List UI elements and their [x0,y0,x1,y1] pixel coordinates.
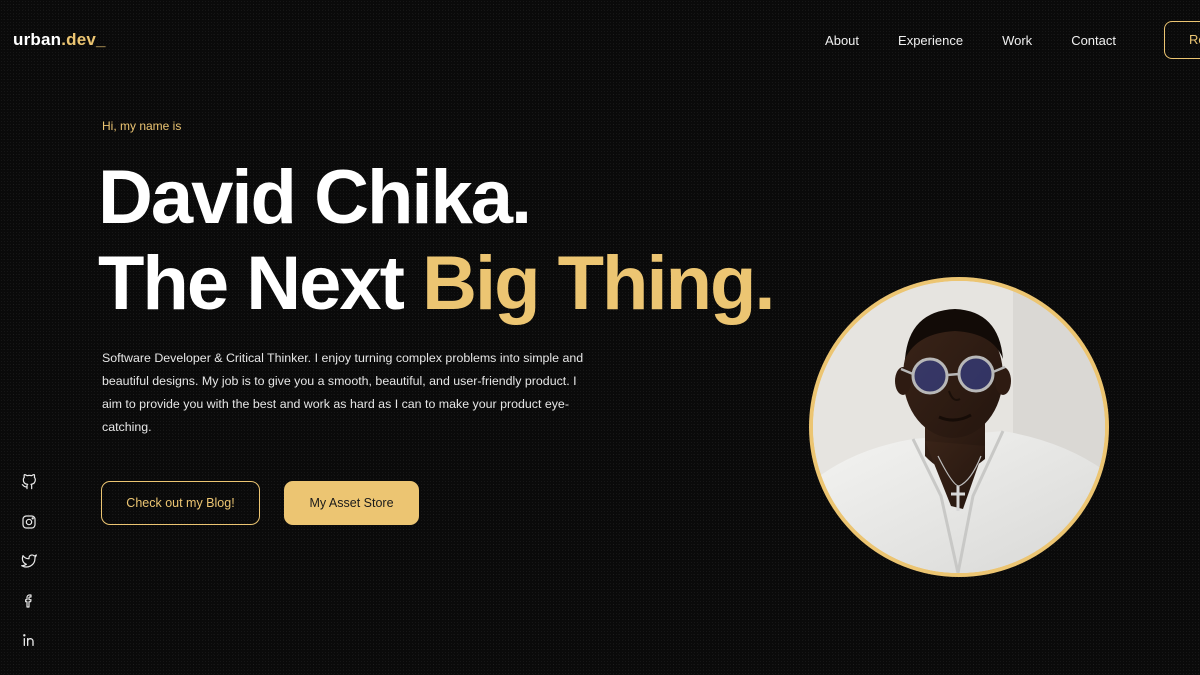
logo-accent: .dev_ [61,30,106,49]
nav-contact[interactable]: Contact [1071,33,1116,48]
github-icon[interactable] [19,472,39,492]
tagline-accent: Big Thing. [422,241,775,326]
nav-about[interactable]: About [825,33,859,48]
profile-photo [809,277,1109,577]
hero-bio: Software Developer & Critical Thinker. I… [102,351,584,434]
hero-intro: Hi, my name is [102,119,182,133]
social-links [19,472,39,670]
blog-button[interactable]: Check out my Blog! [101,481,260,525]
linkedin-icon[interactable] [19,630,39,650]
facebook-icon[interactable] [19,591,39,611]
nav-work[interactable]: Work [1002,33,1032,48]
asset-store-button[interactable]: My Asset Store [284,481,419,525]
twitter-icon[interactable] [19,551,39,571]
hero-tagline: The Next Big Thing. [98,241,776,327]
tagline-lead: The Next [98,241,423,326]
logo-text: urban [13,30,62,49]
main-nav: About Experience Work Contact Resume [825,20,1200,60]
instagram-icon[interactable] [19,512,39,532]
profile-illustration [813,281,1105,573]
resume-button[interactable]: Resume [1164,21,1200,59]
hero-name: David Chika. [98,155,532,240]
nav-experience[interactable]: Experience [898,33,963,48]
site-logo[interactable]: urban.dev_ [13,30,106,50]
